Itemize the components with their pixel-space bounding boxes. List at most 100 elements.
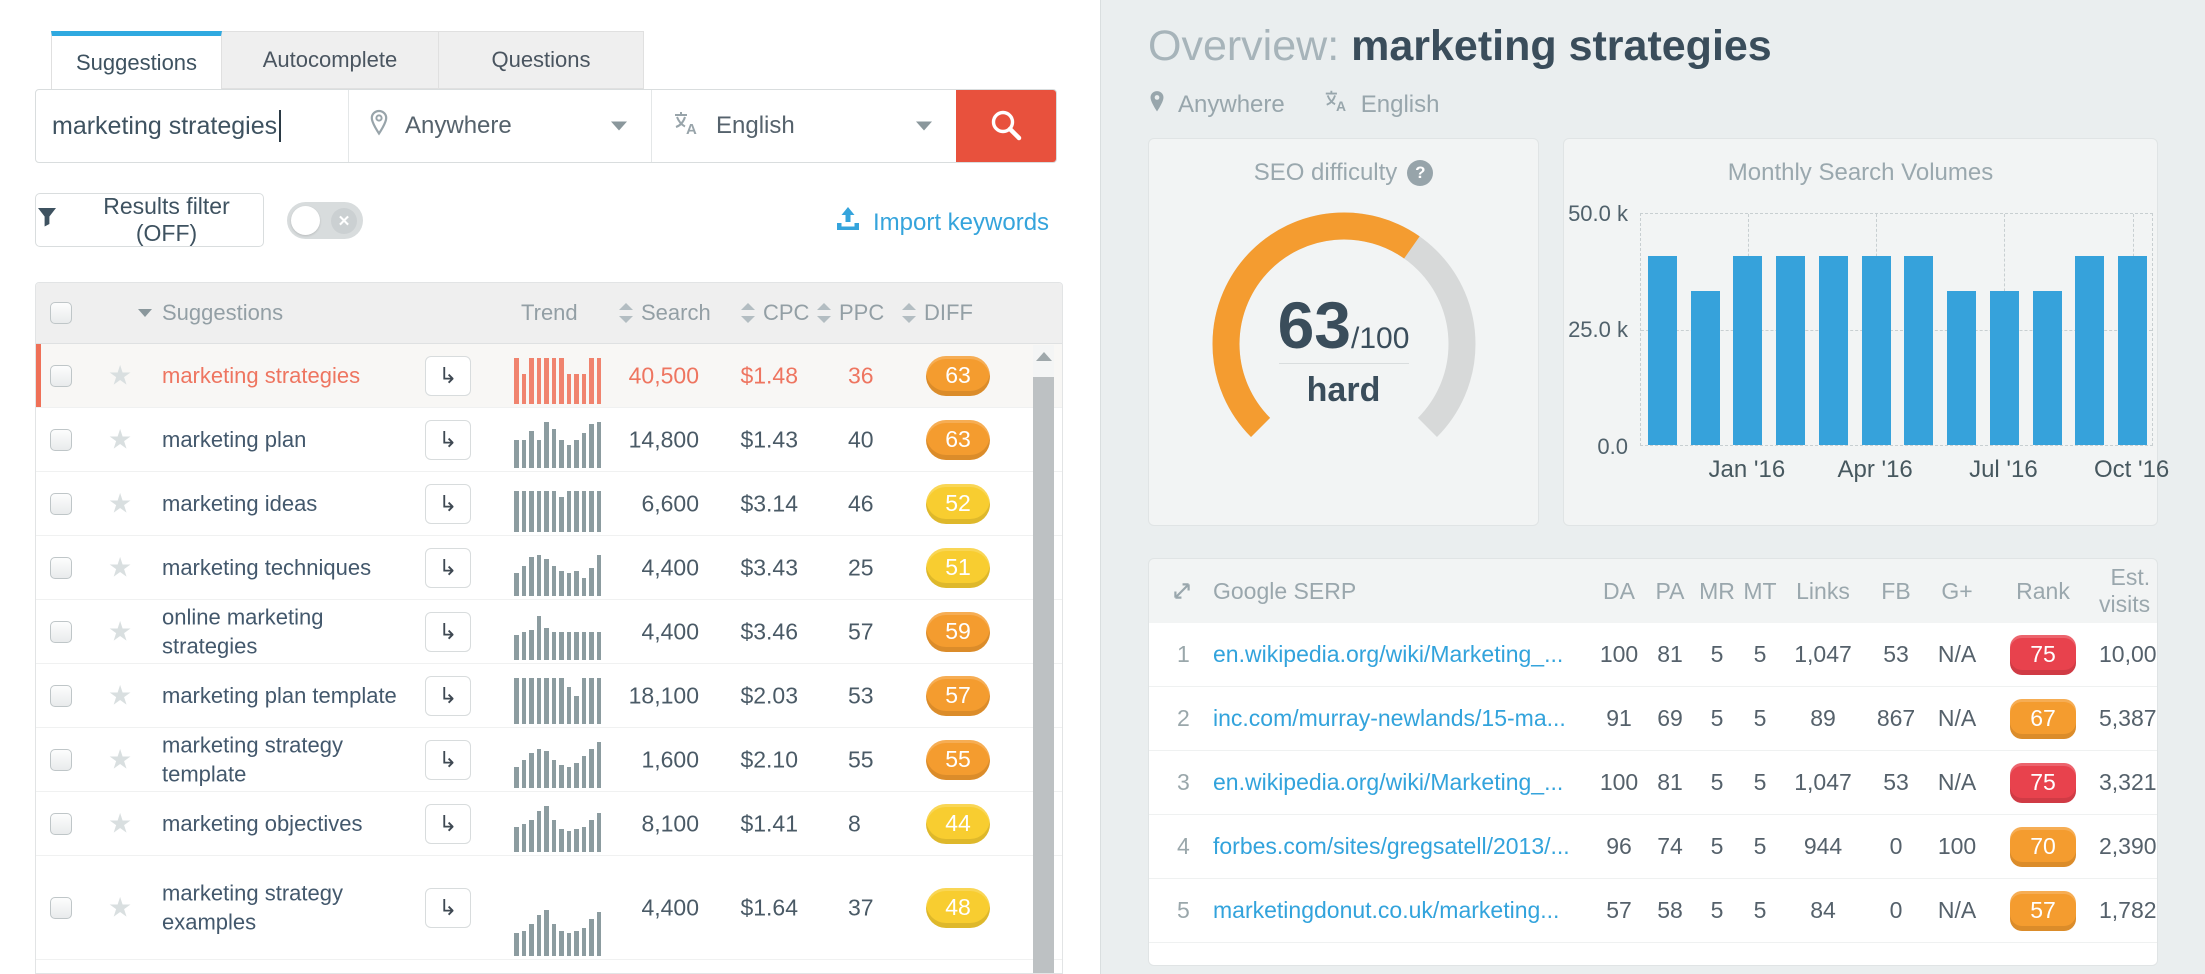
difficulty-score-value: 63: [1278, 288, 1351, 362]
row-checkbox[interactable]: [50, 749, 72, 771]
trend-bar: [514, 635, 519, 660]
keyword-expand-button[interactable]: ↳: [425, 676, 471, 716]
volume-bar: [1691, 291, 1720, 445]
trend-bar: [597, 555, 602, 596]
trend-bar: [589, 568, 594, 596]
serp-url-link[interactable]: marketingdonut.co.uk/marketing...: [1213, 897, 1593, 924]
star-icon[interactable]: ★: [108, 680, 132, 711]
trend-bar: [582, 827, 587, 852]
keyword-expand-button[interactable]: ↳: [425, 484, 471, 524]
row-checkbox[interactable]: [50, 813, 72, 835]
star-icon[interactable]: ★: [108, 744, 132, 775]
location-dropdown[interactable]: Anywhere: [348, 90, 651, 162]
overview-meta: Anywhere A English: [1148, 88, 1439, 121]
trend-bar: [537, 749, 542, 788]
fb-value: 867: [1865, 705, 1927, 732]
star-icon[interactable]: ★: [108, 616, 132, 647]
search-button[interactable]: [956, 90, 1056, 162]
keyword-expand-button[interactable]: ↳: [425, 612, 471, 652]
header-search[interactable]: Search: [641, 300, 711, 326]
keyword-expand-button[interactable]: ↳: [425, 548, 471, 588]
scrollbar-up-arrow-icon[interactable]: [1036, 352, 1052, 361]
language-dropdown[interactable]: A English: [651, 90, 956, 162]
serp-url-link[interactable]: en.wikipedia.org/wiki/Marketing_...: [1213, 769, 1593, 796]
tab-questions[interactable]: Questions: [439, 31, 644, 89]
row-checkbox[interactable]: [50, 621, 72, 643]
select-all-checkbox[interactable]: [50, 302, 72, 324]
pa-value: 58: [1645, 897, 1695, 924]
row-checkbox[interactable]: [50, 365, 72, 387]
serp-url-link[interactable]: inc.com/murray-newlands/15-ma...: [1213, 705, 1593, 732]
keyword-expand-button[interactable]: ↳: [425, 420, 471, 460]
trend-bar: [589, 678, 594, 724]
header-cpc[interactable]: CPC: [763, 300, 809, 326]
header-ppc[interactable]: PPC: [839, 300, 884, 326]
row-checkbox[interactable]: [50, 429, 72, 451]
page-title: Overview: marketing strategies: [1148, 22, 1772, 71]
trend-bar: [559, 632, 564, 660]
keyword-expand-button[interactable]: ↳: [425, 888, 471, 928]
serp-header-row: Google SERP DA PA MR MT Links FB G+ Rank…: [1149, 559, 2157, 623]
scrollbar-track[interactable]: [1033, 345, 1054, 973]
keyword-expand-button[interactable]: ↳: [425, 804, 471, 844]
star-icon[interactable]: ★: [108, 552, 132, 583]
results-filter-button[interactable]: Results filter (OFF): [35, 193, 264, 247]
header-diff[interactable]: DIFF: [924, 300, 973, 326]
chart-title: Monthly Search Volumes: [1564, 159, 2157, 187]
star-icon[interactable]: ★: [108, 488, 132, 519]
trend-bar: [522, 632, 527, 660]
mr-value: 5: [1695, 705, 1739, 732]
serp-table-body: 1en.wikipedia.org/wiki/Marketing_...1008…: [1149, 623, 2157, 966]
keyword-expand-button[interactable]: ↳: [425, 356, 471, 396]
keyword-label[interactable]: marketing plan template: [162, 681, 418, 711]
trend-bar: [544, 422, 549, 468]
trend-bar: [567, 573, 572, 596]
chevron-down-icon: [611, 122, 627, 131]
serp-position: 3: [1149, 769, 1213, 796]
star-icon[interactable]: ★: [108, 808, 132, 839]
location-pin-icon: [1148, 89, 1166, 121]
tab-autocomplete[interactable]: Autocomplete: [222, 31, 439, 89]
keyword-label[interactable]: online marketing strategies: [162, 602, 418, 661]
row-checkbox[interactable]: [50, 493, 72, 515]
serp-url-link[interactable]: forbes.com/sites/gregsatell/2013/...: [1213, 833, 1593, 860]
serp-url-link[interactable]: en.wikipedia.org/wiki/Marketing_...: [1213, 641, 1593, 668]
keyword-label[interactable]: marketing strategy template: [162, 730, 418, 789]
keyword-label[interactable]: marketing techniques: [162, 553, 418, 583]
row-checkbox[interactable]: [50, 897, 72, 919]
trend-bar: [529, 358, 534, 404]
tab-suggestions[interactable]: Suggestions: [51, 31, 222, 89]
links-value: 1,047: [1781, 641, 1865, 668]
overview-keyword: marketing strategies: [1351, 22, 1772, 70]
location-pin-icon: [369, 109, 389, 143]
seo-difficulty-title: SEO difficulty: [1254, 159, 1398, 187]
trend-bar: [574, 931, 579, 956]
star-icon[interactable]: ★: [108, 424, 132, 455]
row-checkbox[interactable]: [50, 685, 72, 707]
seo-difficulty-title-row: SEO difficulty ?: [1149, 159, 1538, 187]
import-keywords-link[interactable]: Import keywords: [833, 204, 1049, 241]
keyword-label[interactable]: marketing plan: [162, 425, 418, 455]
est-visits-value: 10,004: [2099, 641, 2158, 668]
keyword-label[interactable]: marketing ideas: [162, 489, 418, 519]
difficulty-badge: 55: [926, 740, 990, 780]
trend-sparkline: [514, 802, 618, 852]
header-suggestions[interactable]: Suggestions: [162, 300, 283, 326]
links-value: 89: [1781, 705, 1865, 732]
row-checkbox[interactable]: [50, 557, 72, 579]
star-icon[interactable]: ★: [108, 892, 132, 923]
star-icon[interactable]: ★: [108, 360, 132, 391]
keyword-expand-button[interactable]: ↳: [425, 740, 471, 780]
help-icon[interactable]: ?: [1407, 160, 1433, 186]
cpc-value: $1.41: [740, 810, 798, 837]
expand-serp-icon[interactable]: [1149, 580, 1213, 602]
language-value: English: [716, 112, 795, 140]
keyword-label[interactable]: marketing strategies: [162, 361, 418, 391]
filter-toggle[interactable]: ✕: [287, 202, 363, 239]
keyword-input[interactable]: marketing strategies: [36, 90, 348, 162]
keyword-label[interactable]: marketing strategy examples: [162, 878, 418, 937]
search-volume-value: 8,100: [641, 810, 699, 837]
keyword-label[interactable]: marketing objectives: [162, 809, 418, 839]
scrollbar-thumb[interactable]: [1033, 377, 1054, 973]
trend-bar: [567, 687, 572, 724]
